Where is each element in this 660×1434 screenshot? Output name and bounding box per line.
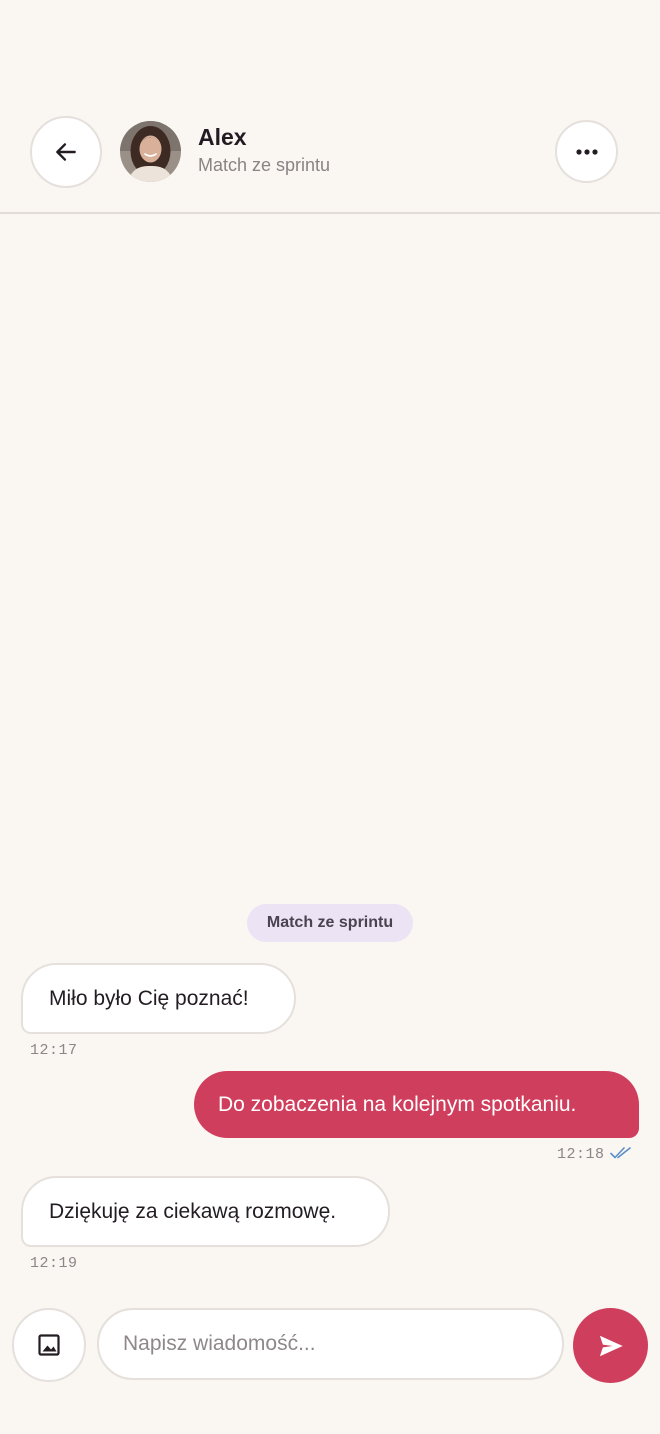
contact-name: Alex: [198, 124, 247, 150]
message-time: 12:19: [30, 1255, 78, 1272]
more-options-button[interactable]: [555, 120, 618, 183]
message-input[interactable]: [97, 1308, 564, 1380]
back-button[interactable]: [30, 116, 102, 188]
message-text: Miło było Cię poznać!: [49, 986, 249, 1010]
message-time: 12:18: [557, 1146, 605, 1163]
chat-header: Alex Match ze sprintu: [0, 0, 660, 214]
message-bubble-incoming[interactable]: Dziękuję za ciekawą rozmowę.: [21, 1176, 390, 1247]
double-check-icon: [610, 1147, 631, 1159]
more-horizontal-icon: [575, 148, 598, 155]
send-icon: [599, 1335, 623, 1356]
send-button[interactable]: [573, 1308, 648, 1383]
arrow-left-icon: [56, 143, 76, 161]
match-badge: Match ze sprintu: [247, 904, 413, 942]
message-text: Dziękuję za ciekawą rozmowę.: [49, 1199, 337, 1223]
message-time: 12:17: [30, 1042, 78, 1059]
attach-image-button[interactable]: [12, 1308, 86, 1382]
message-bubble-outgoing[interactable]: Do zobaczenia na kolejnym spotkaniu.: [194, 1071, 639, 1138]
avatar[interactable]: [120, 121, 181, 182]
contact-subtitle: Match ze sprintu: [198, 155, 331, 175]
message-text: Do zobaczenia na kolejnym spotkaniu.: [218, 1092, 577, 1116]
message-bubble-incoming[interactable]: Miło było Cię poznać!: [21, 963, 296, 1034]
image-icon: [38, 1334, 60, 1356]
chat-screen: Alex Match ze sprintu Match ze sprintu M…: [0, 0, 660, 1434]
